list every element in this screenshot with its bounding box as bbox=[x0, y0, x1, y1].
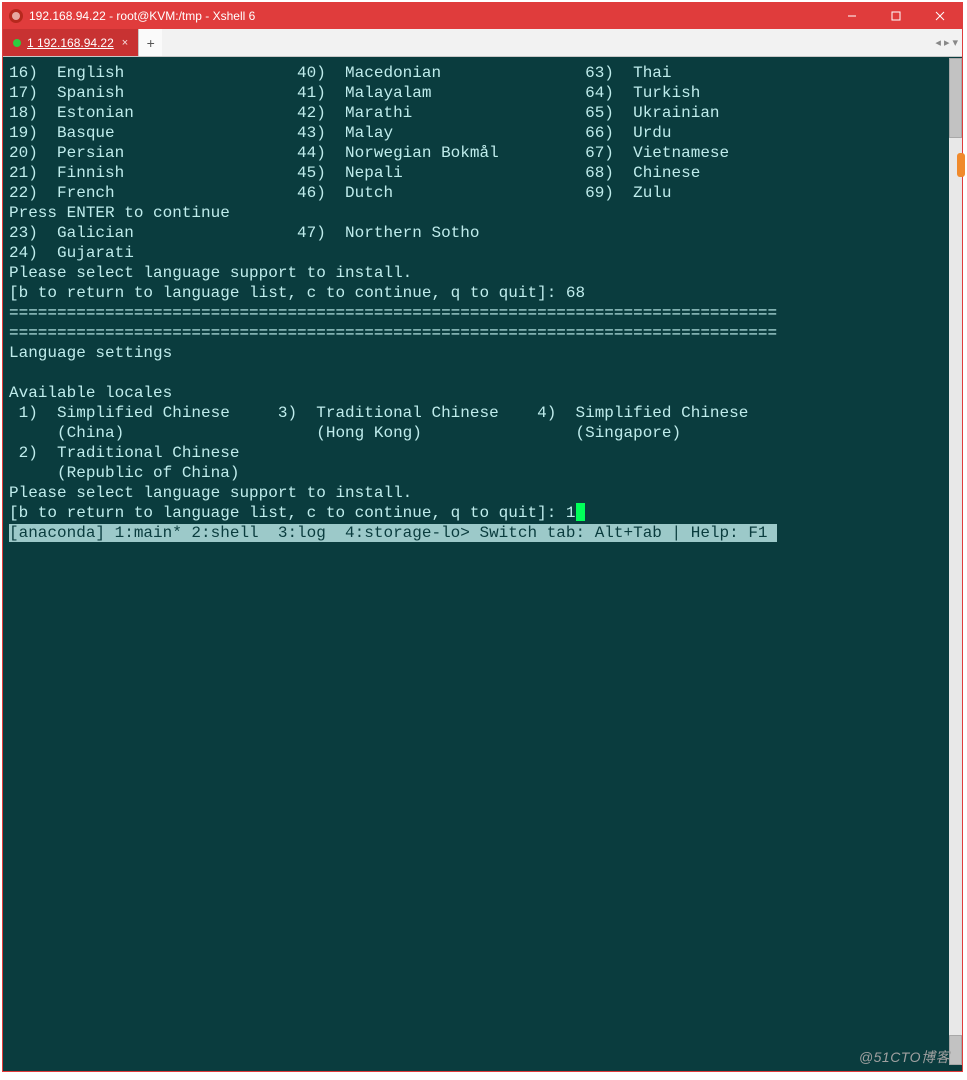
session-tab-active[interactable]: 1 192.168.94.22 × bbox=[3, 29, 138, 56]
tab-close-icon[interactable]: × bbox=[122, 37, 128, 49]
terminal-line: 17) Spanish 41) Malayalam 64) Turkish bbox=[9, 83, 958, 103]
terminal-line: 24) Gujarati bbox=[9, 243, 958, 263]
status-dot-icon bbox=[13, 39, 21, 47]
tab-next-icon[interactable]: ▸ bbox=[944, 36, 950, 49]
terminal-line: [b to return to language list, c to cont… bbox=[9, 283, 958, 303]
terminal-output[interactable]: 16) English 40) Macedonian 63) Thai17) S… bbox=[3, 57, 962, 1071]
terminal-line: Please select language support to instal… bbox=[9, 483, 958, 503]
scrollbar-thumb-bottom[interactable] bbox=[949, 1035, 962, 1065]
window-title: 192.168.94.22 - root@KVM:/tmp - Xshell 6 bbox=[29, 9, 255, 23]
artifact-marker-icon bbox=[957, 153, 965, 177]
terminal-line: 21) Finnish 45) Nepali 68) Chinese bbox=[9, 163, 958, 183]
session-tab-label: 1 192.168.94.22 bbox=[27, 36, 114, 50]
terminal-line: Language settings bbox=[9, 343, 958, 363]
session-tab-bar: 1 192.168.94.22 × + ◂ ▸ ▾ bbox=[3, 29, 962, 57]
terminal-line: Please select language support to instal… bbox=[9, 263, 958, 283]
new-tab-button[interactable]: + bbox=[138, 29, 162, 56]
terminal-cursor-icon bbox=[576, 503, 585, 521]
scrollbar-vertical[interactable] bbox=[949, 58, 962, 1065]
tab-menu-icon[interactable]: ▾ bbox=[952, 36, 958, 49]
terminal-line: 22) French 46) Dutch 69) Zulu bbox=[9, 183, 958, 203]
tab-nav: ◂ ▸ ▾ bbox=[935, 29, 958, 56]
watermark-text: @51CTO博客 bbox=[859, 1047, 950, 1067]
minimize-button[interactable] bbox=[830, 3, 874, 29]
terminal-line: 16) English 40) Macedonian 63) Thai bbox=[9, 63, 958, 83]
terminal-line: 18) Estonian 42) Marathi 65) Ukrainian bbox=[9, 103, 958, 123]
prompt-input-value: 1 bbox=[566, 504, 576, 522]
scrollbar-thumb[interactable] bbox=[949, 58, 962, 138]
terminal-line: Press ENTER to continue bbox=[9, 203, 958, 223]
terminal-line: Available locales bbox=[9, 383, 958, 403]
maximize-button[interactable] bbox=[874, 3, 918, 29]
close-button[interactable] bbox=[918, 3, 962, 29]
tmux-status-line: [anaconda] 1:main* 2:shell 3:log 4:stora… bbox=[9, 523, 958, 543]
terminal-line: 2) Traditional Chinese bbox=[9, 443, 958, 463]
terminal-line: 20) Persian 44) Norwegian Bokmål 67) Vie… bbox=[9, 143, 958, 163]
terminal-line: ========================================… bbox=[9, 303, 958, 323]
terminal-line: ========================================… bbox=[9, 323, 958, 343]
terminal-prompt-line: [b to return to language list, c to cont… bbox=[9, 503, 958, 523]
tab-prev-icon[interactable]: ◂ bbox=[935, 36, 941, 49]
titlebar[interactable]: 192.168.94.22 - root@KVM:/tmp - Xshell 6 bbox=[3, 3, 962, 29]
terminal-line bbox=[9, 363, 958, 383]
terminal-line: 1) Simplified Chinese 3) Traditional Chi… bbox=[9, 403, 958, 423]
app-window: 192.168.94.22 - root@KVM:/tmp - Xshell 6… bbox=[2, 2, 963, 1072]
terminal-line: 19) Basque 43) Malay 66) Urdu bbox=[9, 123, 958, 143]
terminal-line: 23) Galician 47) Northern Sotho bbox=[9, 223, 958, 243]
terminal-line: (Republic of China) bbox=[9, 463, 958, 483]
terminal-line: (China) (Hong Kong) (Singapore) bbox=[9, 423, 958, 443]
app-logo-icon bbox=[9, 9, 23, 23]
